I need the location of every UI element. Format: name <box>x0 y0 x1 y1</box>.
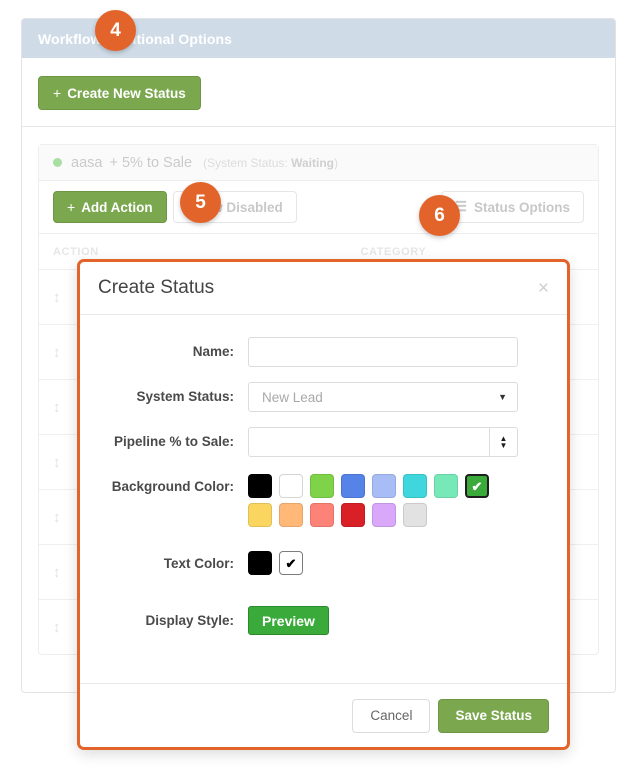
create-new-status-button[interactable]: + Create New Status <box>38 76 201 110</box>
status-card-header: aasa + 5% to Sale (System Status: Waitin… <box>39 145 598 181</box>
check-icon: ✔ <box>285 555 297 571</box>
plus-icon: + <box>53 85 62 101</box>
system-status-label: System Status: <box>136 389 234 404</box>
status-options-label: Status Options <box>473 199 570 215</box>
system-status-select-wrap: New Lead ▼ <box>248 382 518 412</box>
text-color-swatch[interactable]: ✔ <box>279 551 303 575</box>
background-color-swatch[interactable] <box>403 474 427 498</box>
background-color-swatch[interactable] <box>310 474 334 498</box>
form-row-text-color: Text Color: ✔ <box>98 549 549 579</box>
pipeline-pct-label: Pipeline % to Sale: <box>113 434 234 449</box>
status-system-prefix: (System Status: <box>203 155 292 170</box>
status-options-button[interactable]: ☰ Status Options <box>440 191 584 223</box>
form-row-pipeline-pct: Pipeline % to Sale: ▲ ▼ <box>98 427 549 457</box>
add-action-label: Add Action <box>81 199 153 215</box>
display-style-label: Display Style: <box>145 613 234 628</box>
name-input[interactable] <box>248 337 518 367</box>
background-color-swatch[interactable] <box>341 474 365 498</box>
modal-footer: Cancel Save Status <box>80 683 567 747</box>
status-system-value: Waiting <box>291 155 334 170</box>
form-row-system-status: System Status: New Lead ▼ <box>98 382 549 412</box>
pipeline-pct-input[interactable] <box>248 427 490 457</box>
drag-handle-icon[interactable]: ↕ <box>53 619 61 636</box>
callout-badge-4: 4 <box>95 10 136 51</box>
status-dot-icon <box>53 158 62 167</box>
status-system-note: (System Status: Waiting) <box>203 156 338 170</box>
background-color-swatch[interactable] <box>372 503 396 527</box>
callout-badge-5: 5 <box>180 182 221 223</box>
check-icon: ✔ <box>471 478 483 494</box>
status-action-bar: + Add Action Show Disabled ☰ Status Opti… <box>39 181 598 233</box>
drag-handle-icon[interactable]: ↕ <box>53 564 61 581</box>
create-new-status-label: Create New Status <box>67 85 186 101</box>
drag-handle-icon[interactable]: ↕ <box>53 399 61 416</box>
modal-body: Name: System Status: New Lead ▼ Pipeline… <box>80 315 567 683</box>
form-row-background-color: Background Color: ✔ <box>98 472 549 527</box>
close-icon[interactable]: × <box>538 279 549 298</box>
pipeline-pct-spinner-buttons[interactable]: ▲ ▼ <box>490 427 518 457</box>
system-status-select[interactable]: New Lead <box>248 382 518 412</box>
background-color-label: Background Color: <box>111 479 234 494</box>
modal-header: Create Status × <box>80 262 567 315</box>
preview-chip: Preview <box>248 606 329 635</box>
background-color-swatch[interactable] <box>279 474 303 498</box>
plus-icon: + <box>67 199 76 215</box>
text-color-swatches: ✔ <box>248 549 303 575</box>
background-color-swatch[interactable]: ✔ <box>465 474 489 498</box>
status-pipeline-pct: + 5% to Sale <box>109 154 193 171</box>
background-color-swatch[interactable] <box>279 503 303 527</box>
background-color-swatch[interactable] <box>310 503 334 527</box>
drag-handle-icon[interactable]: ↕ <box>53 454 61 471</box>
save-status-button[interactable]: Save Status <box>438 698 549 733</box>
name-label: Name: <box>192 344 234 359</box>
divider <box>22 126 615 127</box>
background-color-swatch[interactable] <box>372 474 396 498</box>
text-color-label: Text Color: <box>163 556 234 571</box>
cancel-button[interactable]: Cancel <box>352 698 431 733</box>
spinner-down-icon[interactable]: ▼ <box>500 442 508 450</box>
form-row-display-style: Display Style: Preview <box>98 606 549 636</box>
create-status-modal: Create Status × Name: System Status: New… <box>77 259 570 750</box>
status-name: aasa <box>71 154 103 171</box>
status-system-suffix: ) <box>334 155 338 170</box>
background-color-swatch[interactable] <box>341 503 365 527</box>
background-color-swatch[interactable] <box>434 474 458 498</box>
background-color-swatch[interactable] <box>248 503 272 527</box>
background-color-swatch[interactable] <box>248 474 272 498</box>
background-color-swatch[interactable] <box>403 503 427 527</box>
add-action-button[interactable]: + Add Action <box>53 191 167 223</box>
callout-badge-6: 6 <box>419 195 460 236</box>
drag-handle-icon[interactable]: ↕ <box>53 344 61 361</box>
form-row-name: Name: <box>98 337 549 367</box>
background-color-swatches: ✔ <box>248 472 518 527</box>
drag-handle-icon[interactable]: ↕ <box>53 509 61 526</box>
text-color-swatch[interactable] <box>248 551 272 575</box>
modal-title: Create Status <box>98 277 215 298</box>
pipeline-pct-stepper: ▲ ▼ <box>248 427 518 457</box>
drag-handle-icon[interactable]: ↕ <box>53 289 61 306</box>
display-style-preview-wrap: Preview <box>248 606 329 635</box>
